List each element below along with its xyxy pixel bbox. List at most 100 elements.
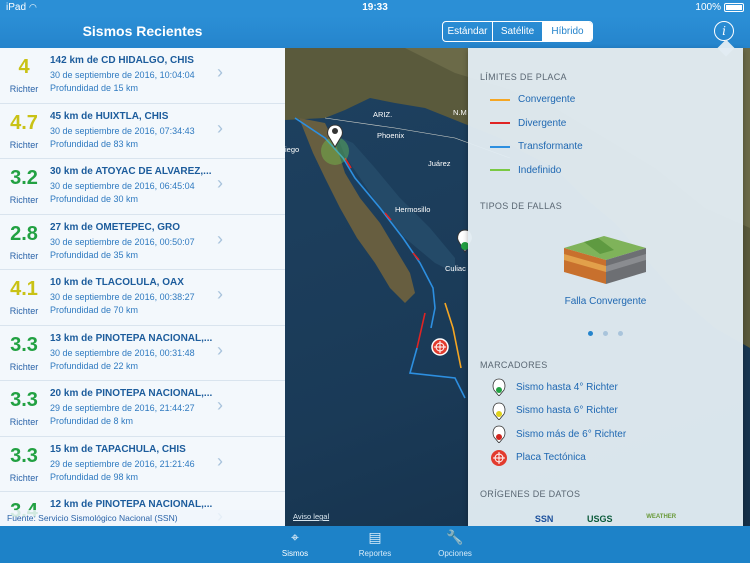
- quake-location: 13 km de PINOTEPA NACIONAL,...: [50, 332, 213, 344]
- richter-label: Richter: [9, 84, 39, 94]
- legal-notice-link[interactable]: Aviso legal: [293, 512, 329, 521]
- marker-legend-label: Sismo más de 6° Richter: [516, 428, 627, 440]
- quake-row[interactable]: 3.2 Richter 30 km de ATOYAC DE ALVAREZ,...…: [0, 159, 285, 215]
- quake-row[interactable]: 4.7 Richter 45 km de HUIXTLA, CHIS 30 de se…: [0, 104, 285, 159]
- quake-depth: Profundidad de 22 km: [50, 360, 139, 371]
- tab-sismos-label: Sismos: [281, 549, 309, 558]
- quake-depth: Profundidad de 30 km: [50, 194, 139, 204]
- magnitude-value: 3.3: [10, 389, 38, 411]
- marker-legend-item: Sismo más de 6° Richter: [490, 425, 626, 443]
- quake-depth: Profundidad de 8 km: [50, 416, 134, 426]
- red-pin-icon: [490, 425, 508, 443]
- marker-legend-item: Sismo hasta 6° Richter: [490, 402, 618, 420]
- magnitude-value: 3.2: [10, 167, 38, 189]
- quake-row[interactable]: 3.3 Richter 15 km de TAPACHULA, CHIS 29 de …: [0, 437, 285, 492]
- newspaper-icon: ▤: [368, 529, 382, 545]
- marker-legend-label: Sismo hasta 6° Richter: [516, 405, 618, 416]
- richter-label: Richter: [9, 195, 39, 205]
- info-button[interactable]: i: [714, 21, 734, 41]
- map-type-segmented-control: Estándar Satélite Híbrido: [442, 21, 593, 42]
- plate-legend-item: Indefinido: [490, 165, 561, 176]
- segment-hybrid[interactable]: Híbrido: [543, 22, 592, 41]
- usgs-logo: USGS: [587, 514, 613, 524]
- quake-location: 20 km de PINOTEPA NACIONAL,...: [50, 388, 213, 399]
- navigation-bar: Sismos Recientes Estándar Satélite Híbri…: [0, 16, 750, 48]
- plate-boundaries-title: LÍMITES DE PLACA: [480, 72, 567, 82]
- convergent-fault-illustration: [564, 236, 646, 284]
- quake-location: 10 km de TLACOLULA, OAX: [50, 277, 184, 288]
- plate-line-swatch: [490, 122, 510, 124]
- quake-date: 29 de septiembre de 2016, 21:44:27: [50, 403, 195, 413]
- quake-date: 30 de septiembre de 2016, 00:31:48: [50, 347, 195, 358]
- tectonic-plate-marker: [431, 338, 449, 356]
- magnitude-value: 3.3: [10, 333, 38, 356]
- map-label-culiacan: Culiac: [445, 264, 466, 273]
- quake-date: 30 de septiembre de 2016, 00:50:07: [50, 236, 195, 247]
- quake-row[interactable]: 3.3 Richter 20 km de PINOTEPA NACIONAL,...…: [0, 381, 285, 437]
- earthquake-list: 4 Richter 142 km de CD HIDALGO, CHIS 30 de …: [0, 48, 285, 526]
- quake-location: 15 km de TAPACHULA, CHIS: [50, 443, 186, 455]
- data-source-logos: SSN USGS WEATHER: [468, 514, 743, 524]
- tab-bar: ⌖ Sismos ▤ Reportes 🔧 Opciones: [0, 526, 750, 563]
- magnitude-value: 4.1: [10, 278, 38, 300]
- quake-location: 12 km de PINOTEPA NACIONAL,...: [50, 499, 213, 510]
- quake-depth: Profundidad de 83 km: [50, 138, 139, 149]
- magnitude-value: 3.3: [10, 444, 38, 467]
- ssn-logo: SSN: [534, 514, 554, 524]
- tab-reportes-label: Reportes: [358, 549, 392, 558]
- plate-legend-item: Convergente: [490, 94, 575, 105]
- chevron-right-icon: ›: [217, 117, 223, 138]
- wrench-icon: 🔧: [446, 529, 464, 545]
- segment-standard[interactable]: Estándar: [443, 22, 493, 41]
- quake-depth: Profundidad de 70 km: [50, 305, 139, 315]
- quake-date: 29 de septiembre de 2016, 21:21:46: [50, 458, 195, 469]
- green-pin-icon: [490, 378, 508, 396]
- plate-boundary-convergent: [444, 302, 462, 369]
- map-label-phoenix: Phoenix: [377, 131, 405, 140]
- quake-row[interactable]: 4 Richter 142 km de CD HIDALGO, CHIS 30 de …: [0, 48, 285, 104]
- richter-label: Richter: [9, 139, 39, 150]
- data-sources-title: ORÍGENES DE DATOS: [480, 489, 581, 499]
- quake-row[interactable]: 2.8 Richter 27 km de OMETEPEC, GRO 30 de se…: [0, 215, 285, 270]
- fault-caption: Falla Convergente: [564, 296, 647, 307]
- quake-date: 30 de septiembre de 2016, 06:45:04: [50, 181, 195, 191]
- quake-location: 30 km de ATOYAC DE ALVAREZ,...: [50, 166, 212, 177]
- page-dot-2[interactable]: [603, 331, 608, 336]
- quake-depth: Profundidad de 15 km: [50, 83, 139, 93]
- map-label-juarez: Juárez: [428, 159, 451, 168]
- quake-row[interactable]: 4.1 Richter 10 km de TLACOLULA, OAX 30 de s…: [0, 270, 285, 326]
- markers-title: MARCADORES: [480, 360, 548, 370]
- chevron-right-icon: ›: [217, 173, 223, 193]
- yellow-pin-icon: [490, 402, 508, 420]
- page-title: Sismos Recientes: [82, 23, 203, 39]
- chevron-right-icon: ›: [217, 450, 223, 471]
- segment-satellite[interactable]: Satélite: [493, 22, 543, 41]
- map-label-hermosillo: Hermosillo: [395, 205, 431, 214]
- quake-date: 30 de septiembre de 2016, 00:38:27: [50, 292, 195, 302]
- page-dot-1[interactable]: [587, 331, 593, 336]
- marker-legend-item: Sismo hasta 4° Richter: [490, 378, 618, 396]
- richter-label: Richter: [9, 472, 39, 483]
- quake-location: 142 km de CD HIDALGO, CHIS: [50, 55, 194, 66]
- chevron-right-icon: ›: [217, 339, 223, 360]
- chevron-right-icon: ›: [217, 284, 223, 304]
- clock: 19:33: [362, 2, 388, 13]
- page-indicator[interactable]: [468, 323, 743, 341]
- tab-opciones[interactable]: 🔧 Opciones: [425, 529, 485, 558]
- location-pin-icon: ⌖: [291, 529, 299, 545]
- tab-sismos[interactable]: ⌖ Sismos: [265, 529, 325, 558]
- battery-icon: [724, 3, 744, 12]
- page-dot-3[interactable]: [618, 331, 624, 336]
- plate-line-swatch: [490, 169, 510, 171]
- quake-date: 30 de septiembre de 2016, 10:04:04: [50, 70, 195, 80]
- battery-indicator: 100%: [695, 2, 744, 13]
- plate-line-swatch: [490, 98, 510, 101]
- richter-label: Richter: [9, 361, 39, 372]
- quake-row[interactable]: 3.3 Richter 13 km de PINOTEPA NACIONAL,...…: [0, 326, 285, 381]
- marker-legend-item: Placa Tectónica: [490, 449, 586, 467]
- tectonic-plate-icon: [490, 449, 508, 467]
- tab-reportes[interactable]: ▤ Reportes: [345, 529, 405, 558]
- plate-line-swatch: [490, 145, 510, 148]
- richter-label: Richter: [9, 250, 39, 261]
- weather-logo: WEATHER: [646, 514, 677, 520]
